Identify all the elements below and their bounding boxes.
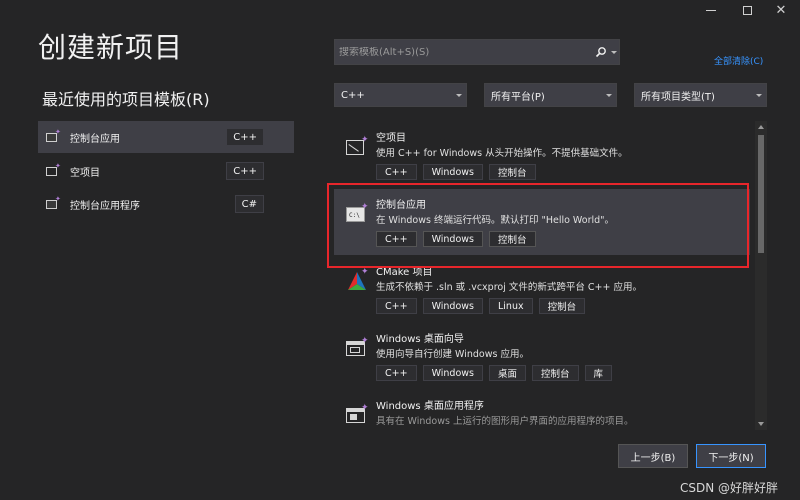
recent-template-label: 控制台应用程序 [70,200,140,212]
project-type-filter-dropdown[interactable]: 所有项目类型(T) [634,83,767,107]
recent-template-label: 控制台应用 [70,133,120,145]
tag: Linux [488,298,533,314]
tag: 桌面 [488,365,526,381]
recent-template-item[interactable]: ✦ 空项目 C++ [38,155,294,187]
maximize-button[interactable] [730,0,764,20]
cmake-icon: ✦ [346,268,369,292]
tag: 控制台 [532,365,579,381]
scrollbar-thumb[interactable] [758,135,764,253]
language-filter-dropdown[interactable]: C++ [334,83,467,107]
template-tags: C++ Windows 控制台 [376,164,536,180]
template-item-desktop-app[interactable]: ✦ Windows 桌面应用程序 具有在 Windows 上运行的图形用户界面的… [334,390,750,430]
tag: C++ [376,298,417,314]
language-tag: C# [234,195,264,213]
chevron-down-icon [456,93,462,97]
desktop-wizard-icon: ✦ [346,337,369,359]
maximize-icon [742,5,752,15]
template-name: Windows 桌面向导 [376,334,464,345]
watermark: CSDN @好胖好胖 [680,481,779,495]
tag: 控制台 [538,298,586,314]
template-description: 具有在 Windows 上运行的图形用户界面的应用程序的项目。 [376,416,634,427]
tag: Windows [422,365,483,381]
template-tags: C++ Windows 桌面 控制台 库 [376,365,613,381]
search-input[interactable] [335,46,585,58]
tag: C++ [376,164,417,180]
template-name: 空项目 [376,133,406,144]
back-button[interactable]: 上一步(B) [618,444,688,468]
template-description: 生成不依赖于 .sln 或 .vcxproj 文件的新式跨平台 C++ 应用。 [376,282,642,293]
page-title: 创建新项目 [38,31,184,64]
close-icon: ✕ [775,2,787,18]
template-tags: C++ Windows Linux 控制台 [376,298,586,314]
language-tag: C++ [226,162,264,180]
console-app-icon: ✦ [46,129,61,143]
recent-template-label: 空项目 [70,167,100,179]
template-list-scrollbar[interactable] [755,121,767,430]
template-item-empty-project[interactable]: ✦ 空项目 使用 C++ for Windows 从头开始操作。不提供基础文件。… [334,122,750,188]
template-description: 使用 C++ for Windows 从头开始操作。不提供基础文件。 [376,148,628,159]
template-item-desktop-wizard[interactable]: ✦ Windows 桌面向导 使用向导自行创建 Windows 应用。 C++ … [334,323,750,389]
scroll-down-icon[interactable] [758,422,764,426]
recent-template-item[interactable]: ✦ 控制台应用 C++ [38,121,294,153]
search-icon[interactable] [595,46,607,58]
empty-project-icon: ✦ [46,163,61,177]
template-name: Windows 桌面应用程序 [376,401,484,412]
template-description: 使用向导自行创建 Windows 应用。 [376,349,529,360]
platform-filter-dropdown[interactable]: 所有平台(P) [484,83,617,107]
recent-templates-heading: 最近使用的项目模板(R) [42,90,210,109]
tag: 控制台 [488,164,536,180]
chevron-down-icon [756,93,762,97]
console-app-icon: ✦ [46,196,61,210]
tag: C++ [376,365,417,381]
close-button[interactable]: ✕ [764,0,798,20]
search-box[interactable] [334,39,620,65]
tag: 库 [584,365,613,381]
chevron-down-icon [606,93,612,97]
platform-filter-value: 所有平台(P) [491,91,545,103]
scroll-up-icon[interactable] [758,125,764,129]
next-button[interactable]: 下一步(N) [696,444,766,468]
recent-template-item[interactable]: ✦ 控制台应用程序 C# [38,188,294,220]
language-tag: C++ [226,128,264,146]
chevron-down-icon[interactable] [611,50,617,54]
tag: Windows [422,298,483,314]
minimize-icon [706,9,716,11]
desktop-app-icon: ✦ [346,404,369,426]
tag: Windows [422,164,483,180]
project-type-filter-value: 所有项目类型(T) [641,91,715,103]
minimize-button[interactable] [694,0,728,20]
highlight-annotation [327,183,749,268]
language-filter-value: C++ [341,89,365,101]
clear-all-link[interactable]: 全部清除(C) [714,54,763,67]
empty-project-icon: ✦ [344,136,369,158]
